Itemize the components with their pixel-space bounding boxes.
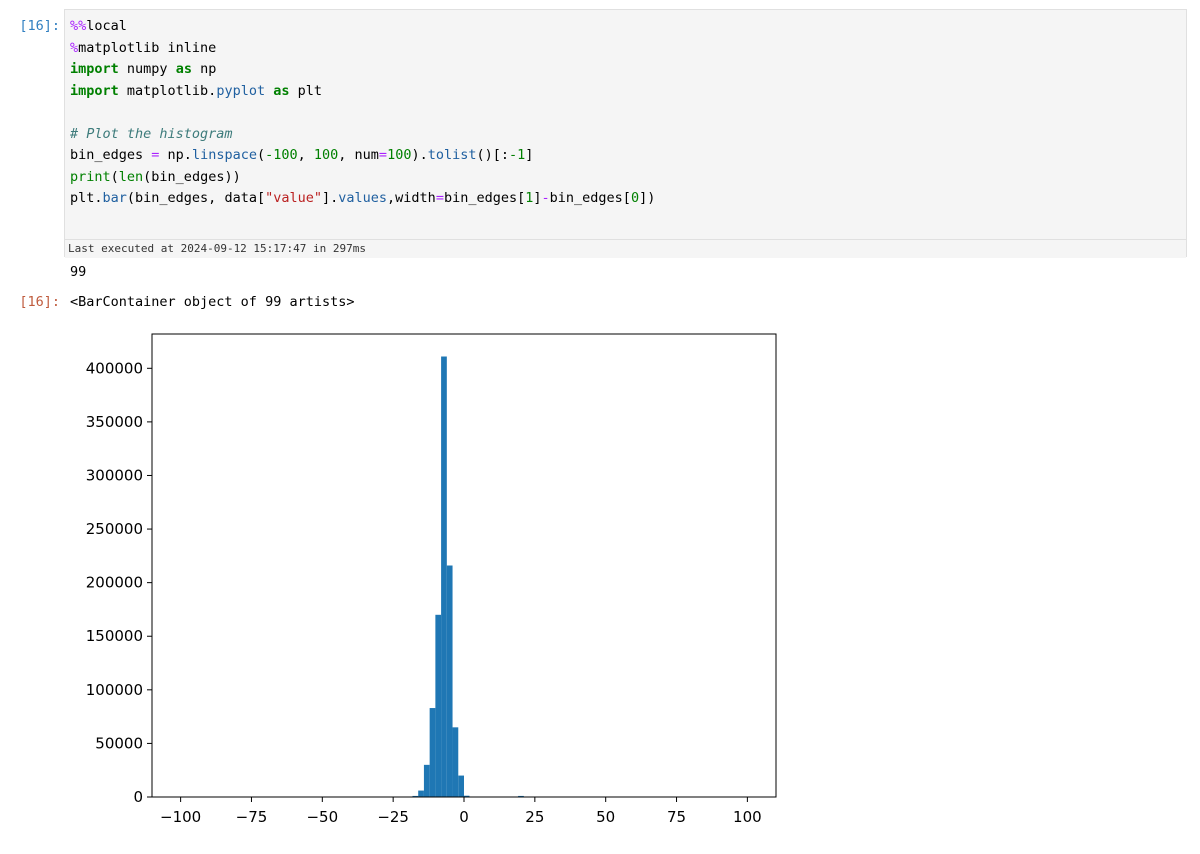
code-line: print(len(bin_edges)) <box>70 167 1181 189</box>
code-line: bin_edges = np.linspace(-100, 100, num=1… <box>70 145 1181 167</box>
code-token: ] <box>525 147 534 163</box>
x-tick-label: −25 <box>377 808 409 826</box>
code-token: 100 <box>313 147 339 163</box>
code-editor[interactable]: %%local %matplotlib inline import numpy as… <box>70 16 1181 242</box>
y-tick-label: 200000 <box>86 574 143 592</box>
histogram-bar <box>452 727 459 797</box>
x-tick-label: 25 <box>525 808 544 826</box>
y-axis: 0 50000 100000 150000 200000 250000 300000 3500… <box>86 359 152 806</box>
code-token: 0 <box>630 190 640 206</box>
x-axis: −100 −75 −50 −25 0 25 50 75 100 <box>160 797 762 826</box>
code-line: import matplotlib.pyplot as plt <box>70 81 1181 103</box>
x-tick-label: −100 <box>160 808 201 826</box>
plot-bars <box>412 356 524 797</box>
code-token: np <box>191 61 217 77</box>
code-token: -1 <box>509 147 526 163</box>
execution-status: Last executed at 2024-09-12 15:17:47 in … <box>65 239 1186 258</box>
code-line: plt.bar(bin_edges, data["value"].values,… <box>70 188 1181 210</box>
code-token: as <box>273 82 290 99</box>
code-token: pyplot <box>216 82 266 99</box>
code-token: linspace <box>191 147 257 163</box>
code-line: %%local <box>70 16 1181 38</box>
code-token: np. <box>159 147 192 163</box>
output-prompt: [16]: <box>19 294 60 310</box>
code-token: as <box>175 61 192 77</box>
code-token: (bin_edges, data[ <box>126 190 266 206</box>
code-token: tolist <box>427 147 477 163</box>
input-prompt: [16]: <box>19 18 60 34</box>
y-tick-label: 400000 <box>86 359 143 377</box>
histogram-plot: 0 50000 100000 150000 200000 250000 300000 3500… <box>86 333 777 826</box>
code-line: %matplotlib inline <box>70 38 1181 60</box>
code-token: -100 <box>265 147 298 163</box>
code-token: bin_edges[ <box>549 190 631 206</box>
code-token: ,width <box>387 190 436 206</box>
histogram-bar <box>441 356 447 797</box>
plot-frame <box>151 333 777 798</box>
code-token: local <box>86 18 127 34</box>
code-token: ). <box>411 147 428 163</box>
x-tick-label: −75 <box>236 808 268 826</box>
x-tick-label: −50 <box>306 808 338 826</box>
code-line: import numpy as np <box>70 59 1181 81</box>
x-tick-label: 0 <box>459 808 469 826</box>
code-token: = <box>378 147 388 163</box>
code-token: # Plot the histogram <box>70 125 233 142</box>
y-tick-label: 350000 <box>86 413 143 431</box>
y-tick-label: 150000 <box>86 627 143 645</box>
code-token: import <box>70 61 119 77</box>
code-token: numpy <box>118 61 176 77</box>
y-tick-label: 300000 <box>86 466 143 484</box>
y-tick-label: 250000 <box>86 520 143 538</box>
y-tick-label: 50000 <box>95 734 143 752</box>
code-token: bin_edges <box>70 147 152 163</box>
histogram-bar <box>423 764 430 797</box>
code-token: , num <box>338 147 379 163</box>
x-tick-label: 50 <box>596 808 615 826</box>
code-token: bar <box>102 190 127 206</box>
y-tick-label: 0 <box>133 788 143 806</box>
code-token: plt <box>289 82 323 99</box>
code-token: , <box>297 147 314 163</box>
code-token: matplotlib. <box>118 82 217 99</box>
code-token: bin_edges[ <box>443 190 526 206</box>
code-token: matplotlib inline <box>78 39 217 56</box>
x-tick-label: 75 <box>667 808 686 826</box>
y-tick-label: 100000 <box>86 681 143 699</box>
code-token: ( <box>110 168 119 185</box>
code-token: %% <box>70 18 87 34</box>
code-token: plt. <box>70 190 103 206</box>
code-token: ] <box>533 190 542 206</box>
stdout-output: 99 <box>70 264 87 280</box>
code-token: len <box>118 168 144 185</box>
code-token: ( <box>256 147 266 163</box>
code-token: % <box>70 39 79 56</box>
code-token: ]. <box>321 190 339 206</box>
histogram-bar <box>429 708 436 797</box>
histogram-bar <box>418 790 424 797</box>
code-token: ]) <box>639 190 656 206</box>
code-token: - <box>541 190 550 206</box>
result-repr: <BarContainer object of 99 artists> <box>70 294 355 310</box>
code-token: (bin_edges)) <box>143 168 241 185</box>
code-token: values <box>338 190 388 206</box>
histogram-bar <box>458 775 464 797</box>
histogram-bar <box>446 565 453 797</box>
code-token: print <box>70 168 111 185</box>
code-token: ()[: <box>476 147 510 163</box>
code-cell[interactable]: %%local %matplotlib inline import numpy as… <box>64 9 1187 258</box>
code-token: = <box>435 190 444 206</box>
code-token: import <box>70 82 119 99</box>
code-token: 100 <box>387 147 412 163</box>
code-line: # Plot the histogram <box>70 124 1181 146</box>
x-tick-label: 100 <box>733 808 762 826</box>
histogram-bar <box>435 614 442 797</box>
code-token: "value" <box>265 190 322 206</box>
